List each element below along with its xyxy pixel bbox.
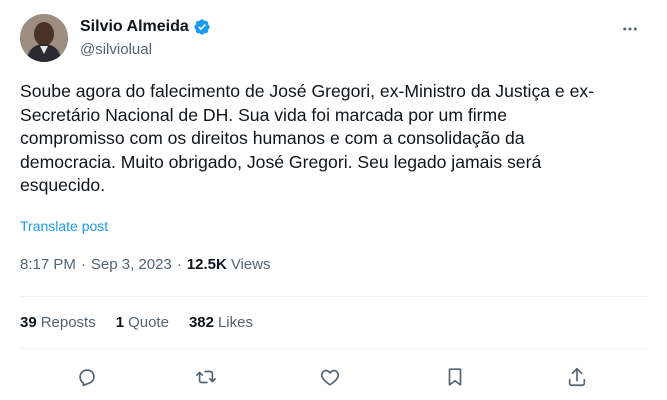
tweet-date[interactable]: Sep 3, 2023 xyxy=(91,256,172,273)
reposts-count: 39 xyxy=(20,314,37,331)
divider xyxy=(20,296,647,297)
action-bar xyxy=(20,362,647,392)
meta-separator: · xyxy=(80,256,86,273)
reposts-label: Reposts xyxy=(40,314,96,331)
divider xyxy=(20,348,647,349)
bookmark-icon[interactable] xyxy=(440,362,470,392)
quotes-stat[interactable]: 1 Quote xyxy=(116,314,169,331)
avatar[interactable] xyxy=(20,14,68,62)
views-label: Views xyxy=(230,256,271,273)
reposts-stat[interactable]: 39 Reposts xyxy=(20,314,96,331)
reply-icon[interactable] xyxy=(72,362,102,392)
verified-badge-icon xyxy=(193,18,211,36)
translate-post-link[interactable]: Translate post xyxy=(20,218,108,234)
meta-separator: · xyxy=(176,256,182,273)
tweet-header: Silvio Almeida @silviolual xyxy=(20,14,647,62)
quotes-label: Quote xyxy=(128,314,169,331)
tweet-time[interactable]: 8:17 PM xyxy=(20,256,76,273)
repost-icon[interactable] xyxy=(191,362,221,392)
display-name[interactable]: Silvio Almeida xyxy=(80,18,189,36)
quotes-count: 1 xyxy=(115,314,125,331)
more-dots-icon[interactable] xyxy=(619,18,641,40)
tweet-text: Soube agora do falecimento de José Grego… xyxy=(20,81,595,195)
like-icon[interactable] xyxy=(315,362,345,392)
author-names: Silvio Almeida @silviolual xyxy=(80,16,211,58)
likes-count: 382 xyxy=(188,314,214,331)
engagement-stats: 39 Reposts 1 Quote 382 Likes xyxy=(20,314,273,331)
likes-label: Likes xyxy=(217,314,253,331)
author-handle[interactable]: @silviolual xyxy=(80,41,211,58)
views-count[interactable]: 12.5K xyxy=(187,256,227,273)
share-icon[interactable] xyxy=(562,362,592,392)
tweet-meta: 8:17 PM · Sep 3, 2023 · 12.5K Views xyxy=(20,256,271,273)
likes-stat[interactable]: 382 Likes xyxy=(189,314,253,331)
